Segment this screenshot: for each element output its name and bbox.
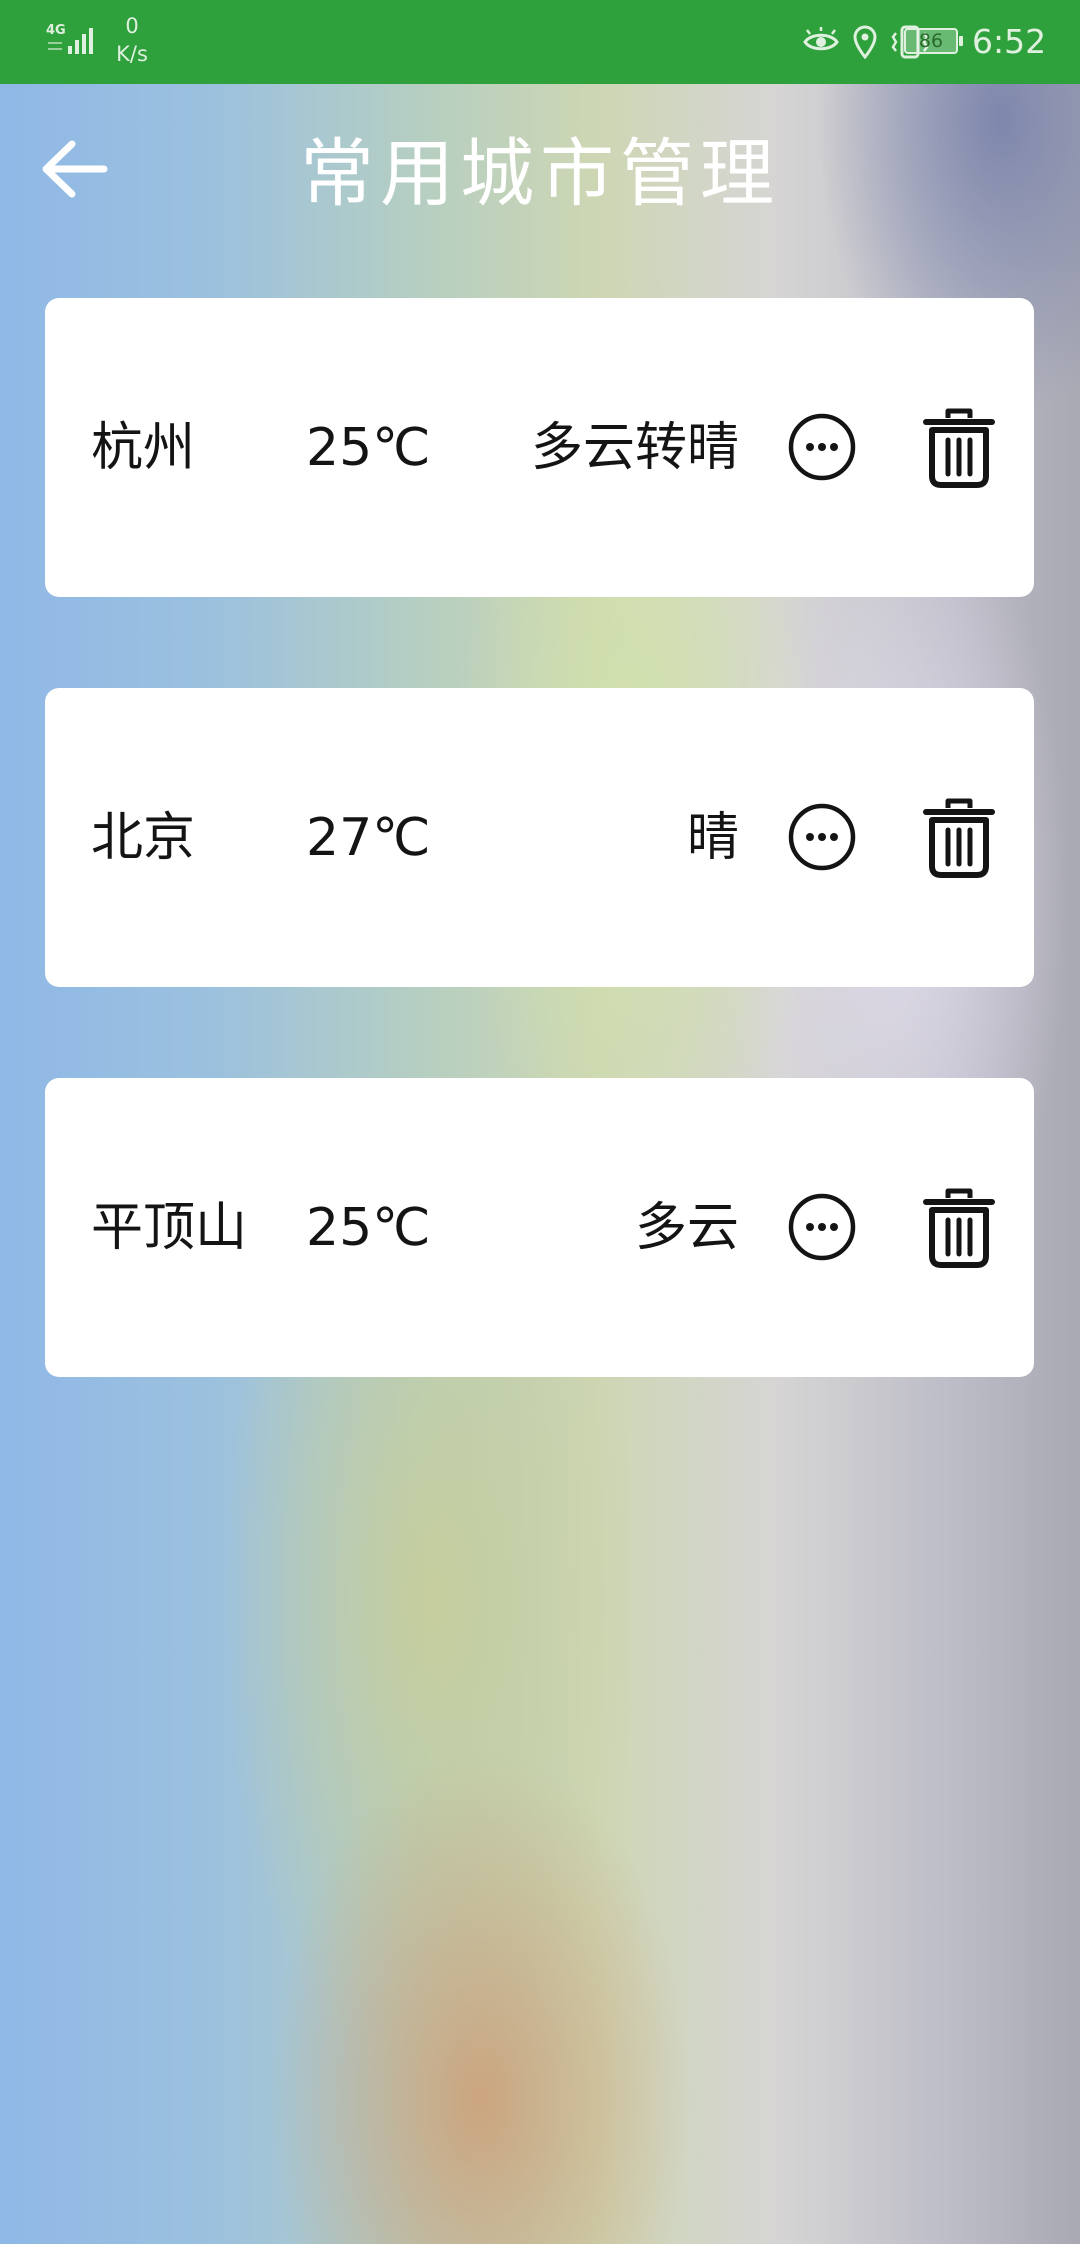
city-temperature: 25℃	[306, 1198, 431, 1258]
signal-icon: 4G	[46, 23, 93, 54]
network-speed-unit: K/s	[116, 42, 148, 66]
city-card[interactable]: 北京 27℃ 晴	[45, 688, 1034, 987]
weather-condition: 晴	[686, 808, 739, 868]
trash-icon[interactable]	[920, 796, 998, 880]
trash-icon[interactable]	[920, 406, 998, 490]
network-type: 4G	[46, 23, 66, 38]
network-speed-value: 0	[125, 14, 139, 38]
battery-indicator: 86	[904, 28, 963, 54]
more-options-icon[interactable]	[785, 800, 859, 874]
weather-condition: 多云转晴	[530, 418, 739, 478]
trash-icon[interactable]	[920, 1186, 998, 1270]
city-card[interactable]: 平顶山 25℃ 多云	[45, 1078, 1034, 1377]
eye-icon	[803, 27, 839, 51]
weather-condition: 多云	[634, 1198, 739, 1258]
clock: 6:52	[972, 22, 1047, 61]
city-temperature: 25℃	[306, 418, 431, 478]
city-name: 杭州	[91, 418, 196, 478]
page-title: 常用城市管理	[300, 131, 780, 217]
city-temperature: 27℃	[306, 808, 431, 868]
more-options-icon[interactable]	[785, 410, 859, 484]
city-name: 平顶山	[91, 1198, 248, 1258]
app-header: 常用城市管理	[0, 84, 1080, 274]
more-options-icon[interactable]	[785, 1190, 859, 1264]
network-speed: 0 K/s	[114, 12, 150, 68]
city-card[interactable]: 杭州 25℃ 多云转晴	[45, 298, 1034, 597]
status-bar: 4G 0 K/s 86 6:52	[0, 0, 1080, 84]
city-name: 北京	[91, 808, 196, 868]
location-icon	[853, 25, 877, 59]
